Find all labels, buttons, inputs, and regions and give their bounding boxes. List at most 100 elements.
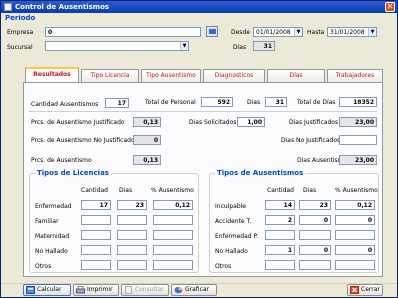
desde-label: Desde bbox=[231, 29, 250, 36]
ausentismos-row-label: Otros bbox=[215, 263, 232, 270]
window-title: Control de Ausentismos bbox=[15, 3, 110, 11]
total-personal-field: 592 bbox=[201, 97, 233, 107]
ausentismos-row-label: Inculpable bbox=[215, 203, 246, 210]
empresa-field[interactable]: 0 bbox=[45, 27, 201, 37]
cerrar-button[interactable]: Cerrar bbox=[347, 284, 383, 296]
lookup-button[interactable] bbox=[206, 26, 218, 37]
licencias-cantidad-cell bbox=[81, 230, 111, 240]
tab-trabajadores[interactable]: Trabajadores bbox=[327, 69, 383, 82]
periodo-dias-field: 31 bbox=[253, 41, 275, 51]
printer-icon bbox=[76, 286, 85, 294]
licencias-dias-cell bbox=[117, 245, 147, 255]
desde-value: 01/01/2008 bbox=[256, 29, 291, 36]
ausentismos-dias-cell bbox=[299, 260, 331, 270]
ausentismos-pct-cell bbox=[335, 260, 375, 270]
licencias-row-label: Familiar bbox=[35, 218, 59, 225]
close-icon bbox=[350, 286, 359, 294]
ausentismos-title: Tipos de Ausentismos bbox=[215, 169, 306, 177]
ausentismos-cantidad-cell bbox=[265, 260, 295, 270]
divider bbox=[29, 111, 377, 112]
imprimir-label: Imprimir bbox=[87, 286, 113, 293]
tab-tipo-licencia[interactable]: Tipo Licencia bbox=[81, 69, 139, 82]
licencias-pct-cell bbox=[153, 260, 193, 270]
licencias-pct-cell bbox=[153, 215, 193, 225]
ausentismos-pct-cell: 0,12 bbox=[335, 200, 375, 210]
chart-icon bbox=[174, 286, 183, 294]
licencias-cantidad-cell bbox=[81, 245, 111, 255]
total-personal-label: Total de Personal bbox=[145, 99, 196, 106]
ausentismos-header-dias: Dias bbox=[303, 187, 317, 194]
dias-ausentismo-field: 23,00 bbox=[339, 155, 377, 165]
licencias-pct-cell bbox=[153, 230, 193, 240]
ausentismos-dias-cell: 23 bbox=[299, 200, 331, 210]
prc-justificado-label: Prcs. de Ausentismo Justificado bbox=[31, 119, 125, 126]
prc-ausentismo-field: 0,13 bbox=[133, 155, 161, 165]
tab-dias[interactable]: Días bbox=[267, 69, 325, 82]
window: Control de Ausentismos ✕ Periodo Empresa… bbox=[0, 0, 398, 298]
licencias-row-label: Otros bbox=[35, 263, 52, 270]
licencias-dias-cell bbox=[117, 215, 147, 225]
licencias-header-pct: % Ausentismo bbox=[151, 187, 194, 194]
licencias-row-label: No Hallado bbox=[35, 248, 68, 255]
calcular-button[interactable]: Calcular bbox=[23, 284, 71, 296]
consultar-label: Consultar bbox=[135, 286, 164, 293]
calcular-label: Calcular bbox=[37, 286, 62, 293]
licencias-header-cantidad: Cantidad bbox=[81, 187, 108, 194]
dias-no-justificados-field bbox=[339, 135, 377, 145]
dias-solicitados-label: Dias Solicitados bbox=[189, 119, 237, 126]
ausentismos-cantidad-cell bbox=[265, 230, 295, 240]
ausentismos-row-label: Accidente T. bbox=[215, 218, 252, 225]
licencias-header-dias: Dias bbox=[119, 187, 133, 194]
hasta-label: Hasta bbox=[307, 29, 325, 36]
dias-solicitados-field: 1,00 bbox=[237, 117, 265, 127]
sucursal-select[interactable]: ▼ bbox=[45, 41, 189, 51]
hasta-value: 31/01/2008 bbox=[330, 29, 365, 36]
licencias-row-label: Enfermedad bbox=[35, 203, 72, 210]
ausentismos-dias-cell: 0 bbox=[299, 245, 331, 255]
dias-justificados-label: Dias Justificados bbox=[289, 119, 339, 126]
close-icon: ✕ bbox=[386, 2, 394, 11]
cantidad-ausentismos-field: 17 bbox=[105, 98, 129, 108]
licencias-cantidad-cell bbox=[81, 215, 111, 225]
close-window-button[interactable]: ✕ bbox=[385, 2, 395, 12]
ausentismos-row-label: Enfermedad P. bbox=[215, 233, 259, 240]
tab-resultados[interactable]: Resultados bbox=[25, 67, 79, 83]
tab-diagnosticos[interactable]: Diagnosticos bbox=[203, 69, 265, 82]
licencias-pct-cell: 0,12 bbox=[153, 200, 193, 210]
licencias-title: Tipos de Licencias bbox=[35, 169, 111, 177]
licencias-dias-cell: 23 bbox=[117, 200, 147, 210]
cerrar-label: Cerrar bbox=[361, 286, 380, 293]
licencias-cantidad-cell: 17 bbox=[81, 200, 111, 210]
prc-ausentismo-label: Prcs. de Ausentismo bbox=[31, 157, 92, 164]
periodo-label: Periodo bbox=[5, 14, 36, 22]
ausentismos-header-cantidad: Cantidad bbox=[267, 187, 294, 194]
app-icon bbox=[4, 3, 12, 11]
consultar-button[interactable]: Consultar bbox=[121, 284, 169, 296]
graficar-button[interactable]: Graficar bbox=[171, 284, 217, 296]
document-icon bbox=[124, 286, 133, 294]
list-icon bbox=[209, 29, 216, 34]
desde-date-picker[interactable]: 01/01/2008 ▼ bbox=[253, 27, 303, 37]
graficar-label: Graficar bbox=[185, 286, 210, 293]
tab-tipo-ausentismo[interactable]: Tipo Ausentismo bbox=[141, 69, 201, 82]
resultados-dias-label: Dias bbox=[247, 99, 261, 106]
ausentismos-cantidad-cell: 2 bbox=[265, 215, 295, 225]
total-dias-field: 18352 bbox=[339, 97, 377, 107]
ausentismos-cantidad-cell: 14 bbox=[265, 200, 295, 210]
licencias-pct-cell bbox=[153, 245, 193, 255]
chevron-down-icon: ▼ bbox=[180, 42, 188, 50]
ausentismos-header-pct: % Ausentismo bbox=[335, 187, 378, 194]
resultados-dias-field: 31 bbox=[265, 97, 287, 107]
calculator-icon bbox=[26, 286, 35, 294]
hasta-date-picker[interactable]: 31/01/2008 ▼ bbox=[327, 27, 377, 37]
imprimir-button[interactable]: Imprimir bbox=[73, 284, 119, 296]
ausentismos-pct-cell bbox=[335, 230, 375, 240]
sucursal-label: Sucursal bbox=[7, 44, 33, 51]
licencias-cantidad-cell bbox=[81, 260, 111, 270]
licencias-dias-cell bbox=[117, 230, 147, 240]
title-bar: Control de Ausentismos ✕ bbox=[1, 1, 397, 13]
licencias-dias-cell bbox=[117, 260, 147, 270]
prc-no-justificado-field: 0 bbox=[133, 135, 161, 145]
ausentismos-dias-cell: 0 bbox=[299, 215, 331, 225]
chevron-down-icon: ▼ bbox=[294, 28, 302, 36]
